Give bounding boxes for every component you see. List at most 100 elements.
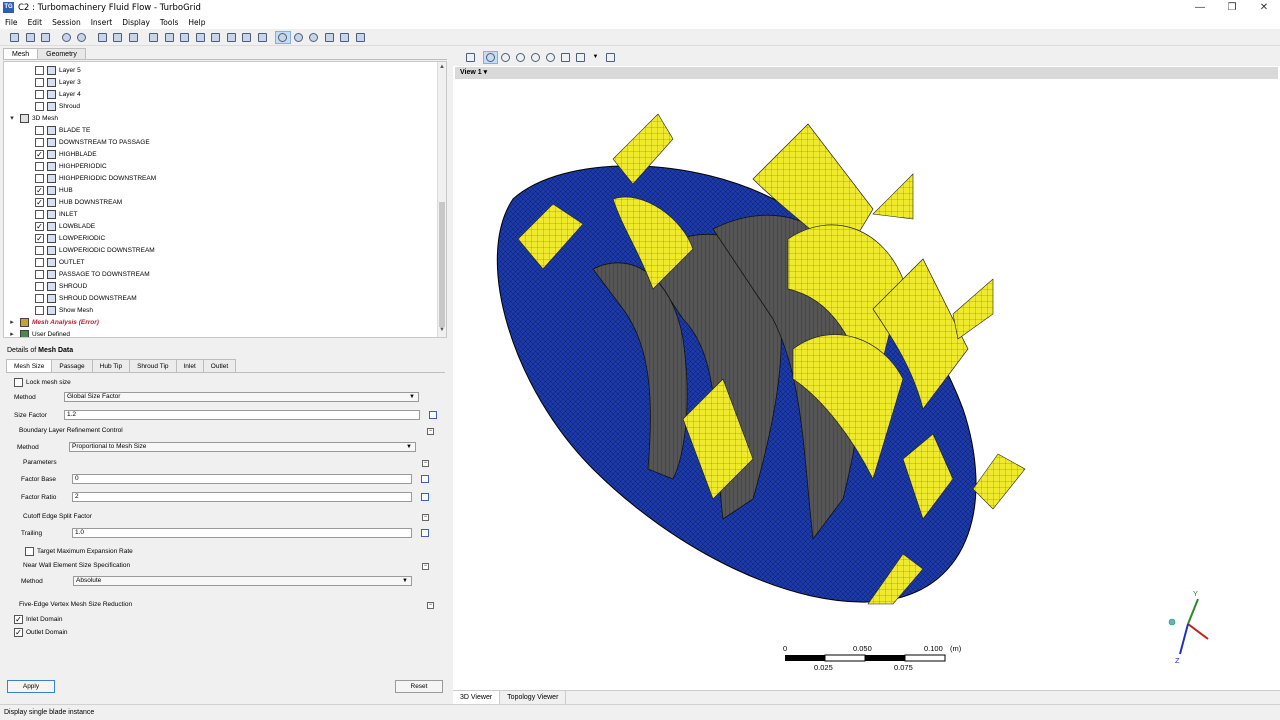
undo-icon[interactable] (59, 31, 75, 44)
tree-item[interactable]: ▸ User Defined (8, 328, 70, 337)
trailing-input[interactable]: 1.0 (72, 528, 412, 538)
3d-viewport[interactable] (453, 79, 1280, 674)
trailing-expression-icon[interactable] (421, 529, 429, 537)
tab-shroud-tip[interactable]: Shroud Tip (129, 359, 177, 372)
visibility-checkbox[interactable]: ✓ (35, 149, 44, 159)
tab-outlet[interactable]: Outlet (202, 359, 237, 372)
tree-item[interactable]: ▸ Mesh Analysis (Error) (8, 316, 99, 328)
visibility-checkbox[interactable] (35, 305, 44, 315)
near-wall-collapse-icon[interactable]: − (422, 563, 429, 570)
visibility-checkbox[interactable]: ✓ (35, 185, 44, 195)
zoom-icon[interactable] (513, 51, 528, 64)
tree-item[interactable]: PASSAGE TO DOWNSTREAM (35, 268, 150, 280)
tab-passage[interactable]: Passage (51, 359, 93, 372)
shroud-curve-icon[interactable] (126, 31, 142, 44)
tree-item[interactable]: LOWPERIODIC DOWNSTREAM (35, 244, 155, 256)
hub-curve-icon[interactable] (110, 31, 126, 44)
visibility-checkbox[interactable] (35, 257, 44, 267)
visibility-checkbox[interactable] (35, 137, 44, 147)
mesh-data-icon[interactable] (224, 31, 240, 44)
tree-item[interactable]: HIGHPERIODIC DOWNSTREAM (35, 172, 156, 184)
visibility-checkbox[interactable] (35, 209, 44, 219)
tree-item[interactable]: Layer 4 (35, 88, 81, 100)
cutoff-collapse-icon[interactable]: − (422, 514, 429, 521)
print-icon[interactable] (38, 31, 54, 44)
visibility-checkbox[interactable] (35, 161, 44, 171)
zoom-box-icon[interactable] (528, 51, 543, 64)
method-select[interactable]: Global Size Factor ▼ (64, 392, 419, 402)
stack-icon[interactable] (337, 31, 353, 44)
scroll-up-icon[interactable]: ▲ (438, 64, 446, 72)
align-icon[interactable] (322, 31, 338, 44)
pan-icon[interactable] (498, 51, 513, 64)
tree-item[interactable]: ✓ HUB (35, 184, 73, 196)
factor-base-input[interactable]: 0 (72, 474, 412, 484)
hub-icon[interactable] (162, 31, 178, 44)
save-as-icon[interactable] (23, 31, 39, 44)
tab-3d-viewer[interactable]: 3D Viewer (453, 691, 501, 704)
five-edge-collapse-icon[interactable]: − (427, 602, 434, 609)
visibility-checkbox[interactable] (35, 65, 44, 75)
apply-button[interactable]: Apply (7, 680, 55, 693)
size-factor-input[interactable]: 1.2 (64, 410, 420, 420)
factor-ratio-input[interactable]: 2 (72, 492, 412, 502)
menu-display[interactable]: Display (117, 18, 155, 27)
menu-session[interactable]: Session (47, 18, 86, 27)
blrc-collapse-icon[interactable]: − (427, 428, 434, 435)
lock-mesh-size-checkbox[interactable] (14, 378, 23, 387)
visibility-checkbox[interactable]: ✓ (35, 197, 44, 207)
tab-geometry[interactable]: Geometry (37, 48, 86, 59)
visibility-checkbox[interactable] (35, 293, 44, 303)
layers-icon[interactable] (208, 31, 224, 44)
chevron-down-icon[interactable]: ▼ (588, 51, 603, 64)
maximize-button[interactable]: ❐ (1216, 0, 1248, 15)
zoom-fit-icon[interactable] (543, 51, 558, 64)
tree-item[interactable]: HIGHPERIODIC (35, 160, 107, 172)
near-wall-method-select[interactable]: Absolute ▼ (73, 576, 412, 586)
chevron-down-icon[interactable]: ▾ (8, 114, 16, 122)
visibility-checkbox[interactable] (35, 245, 44, 255)
visibility-checkbox[interactable]: ✓ (35, 221, 44, 231)
tree-item[interactable]: BLADE TE (35, 124, 90, 136)
menu-help[interactable]: Help (183, 18, 210, 27)
rotate-icon[interactable] (483, 50, 498, 64)
viewer-options-icon[interactable] (603, 51, 618, 64)
visibility-checkbox[interactable] (35, 89, 44, 99)
tree-item[interactable]: SHROUD (35, 280, 87, 292)
tree-item[interactable]: OUTLET (35, 256, 85, 268)
chevron-right-icon[interactable]: ▸ (8, 330, 16, 337)
tree-scrollbar[interactable]: ▲ ▼ (437, 62, 446, 337)
size-factor-expression-icon[interactable] (429, 411, 437, 419)
tab-mesh[interactable]: Mesh (3, 48, 39, 59)
scroll-thumb[interactable] (439, 202, 445, 327)
tree-item[interactable]: INLET (35, 208, 77, 220)
menu-file[interactable]: File (0, 18, 23, 27)
menu-tools[interactable]: Tools (155, 18, 183, 27)
minimize-button[interactable]: — (1184, 0, 1216, 15)
tree-item[interactable]: ✓ HIGHBLADE (35, 148, 97, 160)
factor-base-expression-icon[interactable] (421, 475, 429, 483)
tree-item[interactable]: ✓ LOWBLADE (35, 220, 95, 232)
machine-data-icon[interactable] (95, 31, 111, 44)
topology-icon[interactable] (193, 31, 209, 44)
tree-item[interactable]: Show Mesh (35, 304, 93, 316)
visibility-checkbox[interactable]: ✓ (35, 233, 44, 243)
tree-item[interactable]: DOWNSTREAM TO PASSAGE (35, 136, 150, 148)
parameters-collapse-icon[interactable]: − (422, 460, 429, 467)
mesh-analysis-icon[interactable] (255, 31, 271, 44)
shroud-icon[interactable] (177, 31, 193, 44)
blrc-method-select[interactable]: Proportional to Mesh Size ▼ (69, 442, 416, 452)
full-machine-icon[interactable] (306, 31, 322, 44)
visibility-checkbox[interactable] (35, 101, 44, 111)
visibility-checkbox[interactable] (35, 281, 44, 291)
scroll-down-icon[interactable]: ▼ (438, 327, 446, 335)
tree-item[interactable]: ▾ 3D Mesh (8, 112, 58, 124)
mesh-icon[interactable] (239, 31, 255, 44)
tree-item[interactable]: Layer 3 (35, 76, 81, 88)
visibility-checkbox[interactable] (35, 125, 44, 135)
viewport-layout-icon[interactable] (573, 51, 588, 64)
tab-inlet[interactable]: Inlet (175, 359, 204, 372)
fit-view-icon[interactable] (558, 51, 573, 64)
view-selector[interactable]: View 1 ▾ (455, 67, 1278, 79)
close-button[interactable]: ✕ (1248, 0, 1280, 15)
